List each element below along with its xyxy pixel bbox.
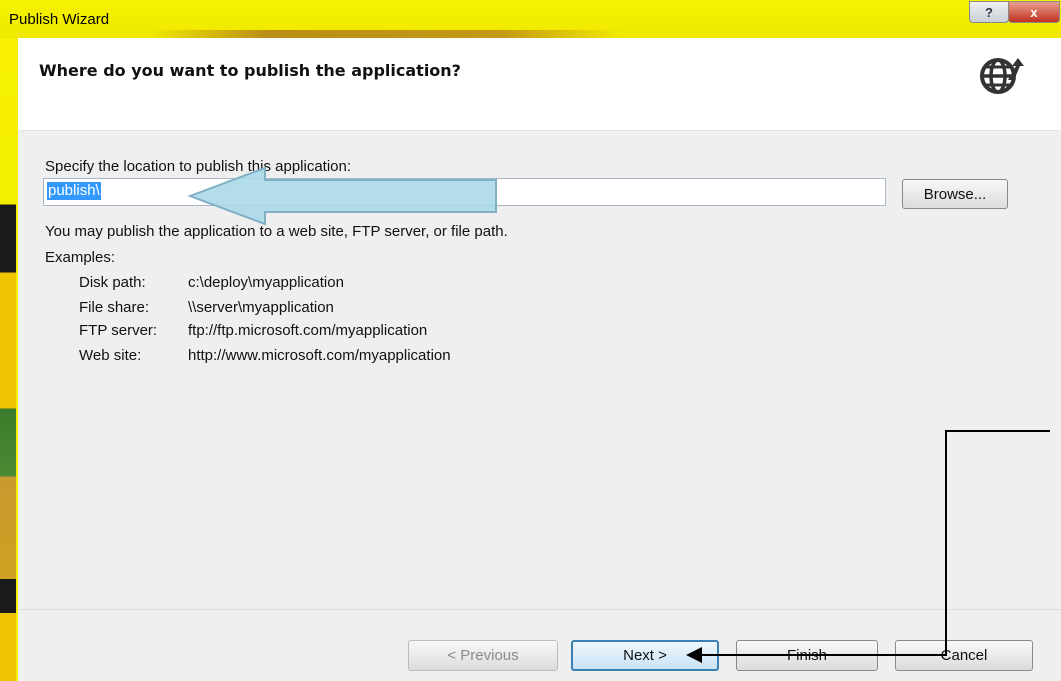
example-value: ftp://ftp.microsoft.com/myapplication	[188, 322, 428, 339]
next-button[interactable]: Next >	[571, 640, 719, 671]
example-value: c:\deploy\myapplication	[188, 274, 344, 291]
globe-arrow-icon	[980, 58, 1024, 94]
help-button[interactable]: ?	[969, 1, 1009, 23]
page-title: Where do you want to publish the applica…	[39, 61, 461, 80]
title-bar: Publish Wizard ? x	[0, 0, 1061, 42]
finish-button[interactable]: Finish	[736, 640, 878, 671]
example-key: File share:	[79, 299, 150, 316]
close-button[interactable]: x	[1008, 1, 1060, 23]
example-key: Web site:	[79, 347, 142, 364]
example-key: FTP server:	[79, 322, 158, 339]
examples-label: Examples:	[45, 249, 116, 266]
wizard-header: Where do you want to publish the applica…	[18, 38, 1061, 131]
location-input[interactable]: publish\	[43, 178, 886, 206]
example-value: \\server\myapplication	[188, 299, 334, 316]
browse-button[interactable]: Browse...	[902, 179, 1008, 209]
screenshot-frame: Publish Wizard ? x Where do you want to …	[0, 0, 1061, 681]
wizard-body: Specify the location to publish this app…	[18, 131, 1061, 609]
example-key: Disk path:	[79, 274, 146, 291]
cancel-button[interactable]: Cancel	[895, 640, 1033, 671]
info-text: You may publish the application to a web…	[45, 223, 508, 240]
background-strip	[0, 0, 16, 681]
previous-button[interactable]: < Previous	[408, 640, 558, 671]
location-input-value: publish\	[47, 182, 101, 200]
location-label: Specify the location to publish this app…	[45, 158, 352, 175]
window-title: Publish Wizard	[9, 11, 110, 28]
wizard-window: Where do you want to publish the applica…	[18, 38, 1061, 681]
example-value: http://www.microsoft.com/myapplication	[188, 347, 451, 364]
wizard-footer: < Previous Next > Finish Cancel	[18, 609, 1061, 681]
